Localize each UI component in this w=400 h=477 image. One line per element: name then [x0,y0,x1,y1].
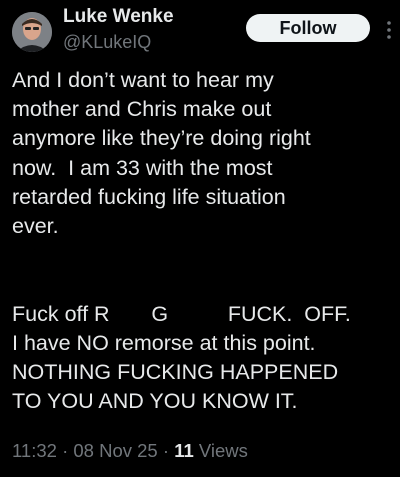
tweet-line: now. I am 33 with the most [12,155,273,180]
tweet-line [12,241,396,270]
tweet-header: Luke Wenke @KLukeIQ Follow [0,0,400,64]
user-handle[interactable]: @KLukeIQ [63,32,151,53]
tweet-line: ever. [12,213,59,238]
tweet-text: And I don’t want to hear my mother and C… [12,66,396,416]
display-name[interactable]: Luke Wenke [63,6,174,28]
follow-button[interactable]: Follow [246,14,370,42]
avatar[interactable] [12,12,52,52]
tweet-line: TO YOU AND YOU KNOW IT. [12,389,298,414]
tweet-line: Fuck off R G FUCK. OFF. [12,301,351,326]
tweet-line: And I don’t want to hear my [12,68,274,92]
tweet-line: retarded fucking life situation [12,184,286,209]
tweet-date[interactable]: 08 Nov 25 [73,440,157,461]
views-label: Views [193,440,248,461]
meta-separator: · [157,440,175,461]
tweet-line: anymore like they’re doing right [12,126,311,151]
tweet-line: NOTHING FUCKING HAPPENED [12,359,339,384]
tweet-time[interactable]: 11:32 [12,440,57,461]
tweet-meta: 11:32 · 08 Nov 25 · 11 Views [12,440,396,462]
more-vertical-icon[interactable] [384,18,394,42]
tweet-line [12,270,396,299]
tweet-line: mother and Chris make out [12,97,272,122]
user-avatar-icon [12,12,52,52]
meta-separator: · [56,440,74,461]
views-count: 11 [174,440,194,461]
tweet-line: I have NO remorse at this point. [12,330,316,355]
